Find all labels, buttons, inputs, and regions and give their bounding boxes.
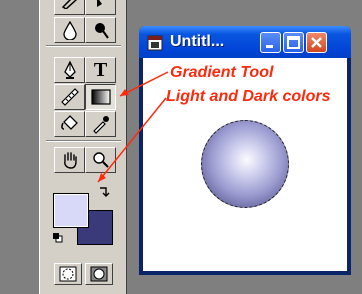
document-icon [147,35,163,51]
pen-tool[interactable] [54,57,85,83]
hand-icon [63,152,77,169]
measure-tool[interactable] [54,84,85,110]
gradient-tool[interactable] [85,84,116,110]
toolbox-panel: T [0,0,129,294]
default-colors-icon[interactable] [53,233,63,243]
minimize-icon [266,45,273,48]
eyedropper-tool[interactable] [85,111,116,137]
maximize-icon [287,36,300,49]
drop-icon [62,20,77,40]
standard-mode-icon [59,266,77,282]
toolbox-separator [46,140,121,142]
maximize-button[interactable] [283,32,304,53]
pencil-icon [61,0,77,9]
swap-colors-icon[interactable] [98,185,110,199]
burn-icon [94,23,109,39]
close-icon [311,37,322,48]
eyedropper-icon [92,116,109,134]
close-button[interactable] [306,32,327,53]
window-title: Untitl... [170,33,225,50]
pencil-tool[interactable] [54,0,85,15]
type-icon: T [93,59,108,81]
callout-light-dark-colors: Light and Dark colors [166,88,331,105]
foreground-color-swatch[interactable] [53,193,89,228]
paint-bucket-icon [60,115,78,130]
window-titlebar[interactable]: Untitl... [139,26,351,58]
color-swatches [46,183,121,253]
paint-bucket-tool[interactable] [54,111,85,137]
ruler-icon [60,88,79,106]
gradient-icon [90,89,111,105]
type-tool[interactable]: T [85,57,116,83]
quick-mask-icon [90,266,108,282]
zoom-tool[interactable] [85,147,116,173]
bucket-tool[interactable] [85,0,116,15]
standard-mode-button[interactable] [54,263,82,285]
magnifier-icon [92,152,109,168]
bucket-icon [96,0,102,7]
quick-mask-mode-button[interactable] [85,263,113,285]
minimize-button[interactable] [260,32,281,53]
gradient-filled-selection[interactable] [201,120,289,208]
hand-tool[interactable] [54,147,85,173]
blur-tool[interactable] [54,17,85,43]
burn-tool[interactable] [85,17,116,43]
pen-icon [63,60,76,79]
toolbox-separator [46,45,121,47]
callout-gradient-tool: Gradient Tool [170,64,274,81]
